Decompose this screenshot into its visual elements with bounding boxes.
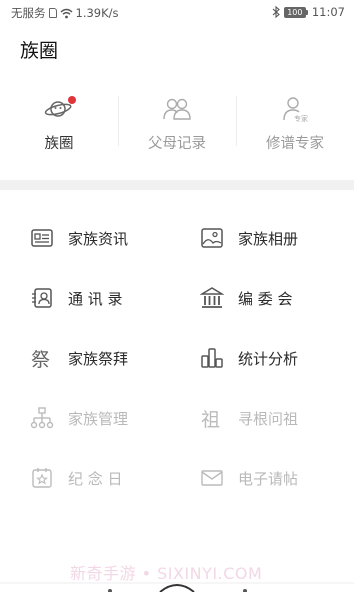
tab-divider (236, 96, 237, 146)
tab-parents-record[interactable]: 父母记录 (118, 88, 236, 160)
carrier-text: 无服务 (11, 6, 46, 20)
ancestor-icon: 祖 (201, 409, 220, 430)
notification-badge (68, 96, 76, 104)
org-tree-icon (30, 407, 54, 429)
section-divider (0, 180, 354, 190)
menu-item-label: 纪 念 日 (68, 469, 123, 488)
top-tabs: 族圈 父母记录 专家 修谱专家 (0, 88, 354, 160)
wifi-icon (60, 8, 72, 18)
menu-item-label: 家族资讯 (68, 229, 129, 248)
menu-item-label: 统计分析 (238, 349, 299, 368)
menu-item-family-management[interactable]: 家族管理 (30, 398, 128, 438)
sim-icon (48, 8, 57, 18)
people-icon (162, 94, 192, 124)
menu-item-label: 通 讯 录 (68, 289, 123, 308)
worship-icon: 祭 (31, 349, 50, 370)
clock: 11:07 (311, 5, 345, 19)
bottom-nav-peek (0, 582, 354, 592)
tab-label: 族圈 (44, 136, 74, 152)
tab-genealogy-expert[interactable]: 专家 修谱专家 (236, 88, 354, 160)
tab-zuquan[interactable]: 族圈 (0, 88, 118, 160)
institution-icon (200, 287, 224, 308)
svg-text:专家: 专家 (294, 114, 308, 123)
battery-icon: 100 (283, 6, 308, 18)
photo-album-icon (201, 228, 223, 248)
menu-item-editorial-board[interactable]: 编 委 会 (200, 278, 293, 318)
menu-item-statistics[interactable]: 统计分析 (200, 338, 298, 378)
contacts-icon (32, 288, 52, 308)
battery-level: 100 (283, 6, 306, 18)
svg-text:祖: 祖 (201, 409, 220, 430)
menu-item-label: 寻根问祖 (238, 409, 299, 428)
envelope-icon (201, 470, 223, 486)
menu-item-family-worship[interactable]: 祭 家族祭拜 (30, 338, 128, 378)
id-card-icon (31, 229, 53, 247)
expert-icon: 专家 (280, 94, 310, 124)
bar-chart-icon (201, 348, 223, 368)
status-bar: 无服务 1.39K/s 100 11:07 (0, 0, 354, 24)
tab-divider (118, 96, 119, 146)
tab-label: 修谱专家 (266, 136, 324, 152)
calendar-star-icon (32, 468, 52, 488)
menu-item-family-album[interactable]: 家族相册 (200, 218, 298, 258)
menu-item-label: 家族祭拜 (68, 349, 129, 368)
tab-label: 父母记录 (148, 136, 206, 152)
menu-item-ancestor-search[interactable]: 祖 寻根问祖 (200, 398, 298, 438)
menu-item-memorial-day[interactable]: 纪 念 日 (30, 458, 123, 498)
menu-item-label: 家族相册 (238, 229, 299, 248)
menu-item-e-invitation[interactable]: 电子请帖 (200, 458, 298, 498)
menu-item-label: 电子请帖 (238, 469, 299, 488)
network-speed: 1.39K/s (75, 6, 119, 20)
menu-item-contacts[interactable]: 通 讯 录 (30, 278, 123, 318)
page-title: 族圈 (20, 40, 59, 62)
menu-item-label: 编 委 会 (238, 289, 293, 308)
menu-item-family-news[interactable]: 家族资讯 (30, 218, 128, 258)
planet-icon (44, 94, 76, 124)
menu-item-label: 家族管理 (68, 409, 129, 428)
bluetooth-icon (272, 6, 280, 18)
svg-text:祭: 祭 (31, 349, 50, 370)
